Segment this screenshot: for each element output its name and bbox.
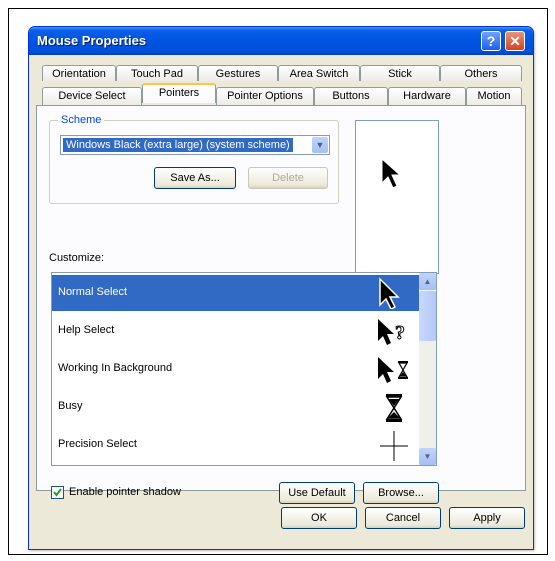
list-item[interactable]: Precision Select — [52, 427, 420, 463]
tab-buttons[interactable]: Buttons — [314, 87, 388, 105]
tab-motion[interactable]: Motion — [466, 87, 522, 105]
chevron-down-icon: ▼ — [423, 452, 432, 461]
crosshair-icon — [380, 431, 408, 461]
window-title: Mouse Properties — [37, 33, 147, 48]
svg-text:?: ? — [395, 322, 405, 344]
list-item-label: Working In Background — [58, 362, 173, 374]
tab-pointers[interactable]: Pointers — [142, 83, 216, 103]
cursor-list[interactable]: Normal Select Help Select ? Working In B… — [51, 272, 437, 466]
tab-touch-pad[interactable]: Touch Pad — [116, 65, 198, 81]
scheme-dropdown-value: Windows Black (extra large) (system sche… — [63, 138, 293, 152]
checkmark-icon — [53, 488, 62, 497]
hourglass-icon — [385, 394, 403, 422]
delete-button[interactable]: Delete — [248, 167, 328, 189]
scroll-thumb[interactable] — [419, 291, 436, 341]
list-item[interactable]: Busy — [52, 389, 420, 425]
preview-arrow-icon — [381, 157, 402, 189]
cursor-preview — [355, 120, 439, 274]
help-cursor-icon: ? — [378, 319, 406, 345]
cancel-button[interactable]: Cancel — [365, 507, 441, 529]
tab-area-switch[interactable]: Area Switch — [278, 65, 360, 81]
list-item-label: Precision Select — [58, 438, 137, 450]
list-item[interactable]: Help Select ? — [52, 313, 420, 349]
chevron-up-icon: ▲ — [423, 277, 432, 286]
tab-orientation[interactable]: Orientation — [42, 65, 116, 81]
scroll-up-button[interactable]: ▲ — [419, 273, 436, 290]
scroll-down-button[interactable]: ▼ — [419, 448, 436, 465]
pointer-shadow-checkbox[interactable] — [51, 486, 64, 499]
help-button[interactable]: ? — [481, 31, 501, 51]
tab-others[interactable]: Others — [440, 65, 522, 81]
scheme-dropdown[interactable]: Windows Black (extra large) (system sche… — [60, 135, 330, 155]
apply-button[interactable]: Apply — [449, 507, 525, 529]
list-item-label: Normal Select — [58, 286, 128, 298]
tab-pointer-options[interactable]: Pointer Options — [216, 87, 314, 105]
scheme-group: Scheme Windows Black (extra large) (syst… — [49, 114, 339, 204]
chevron-down-icon[interactable]: ▼ — [312, 137, 328, 153]
title-bar[interactable]: Mouse Properties ? ✕ — [29, 27, 533, 55]
tab-strip: Orientation Touch Pad Gestures Area Swit… — [36, 65, 526, 105]
mouse-properties-dialog: Mouse Properties ? ✕ Orientation Touch P… — [28, 26, 534, 550]
pointer-shadow-label: Enable pointer shadow — [69, 486, 181, 498]
question-mark-icon: ? — [486, 33, 496, 49]
browse-button[interactable]: Browse... — [363, 482, 439, 504]
ok-button[interactable]: OK — [281, 507, 357, 529]
close-button[interactable]: ✕ — [505, 31, 525, 51]
list-item-label: Help Select — [58, 324, 115, 336]
customize-label: Customize: — [49, 252, 105, 264]
save-as-button[interactable]: Save As... — [154, 167, 236, 189]
tab-gestures[interactable]: Gestures — [198, 65, 278, 81]
use-default-button[interactable]: Use Default — [279, 482, 355, 504]
list-item[interactable]: Normal Select — [52, 275, 420, 311]
list-item[interactable]: Working In Background — [52, 351, 420, 387]
pointers-tab-panel: Scheme Windows Black (extra large) (syst… — [36, 105, 526, 504]
tab-stick[interactable]: Stick — [360, 65, 440, 81]
arrow-cursor-icon — [379, 277, 400, 309]
list-item-label: Busy — [58, 400, 83, 412]
tab-device-select[interactable]: Device Select — [42, 87, 142, 105]
working-cursor-icon — [378, 357, 409, 383]
scheme-group-label: Scheme — [58, 114, 105, 126]
list-scrollbar[interactable]: ▲ ▼ — [419, 273, 436, 465]
close-icon: ✕ — [509, 33, 521, 49]
tab-hardware[interactable]: Hardware — [388, 87, 466, 105]
